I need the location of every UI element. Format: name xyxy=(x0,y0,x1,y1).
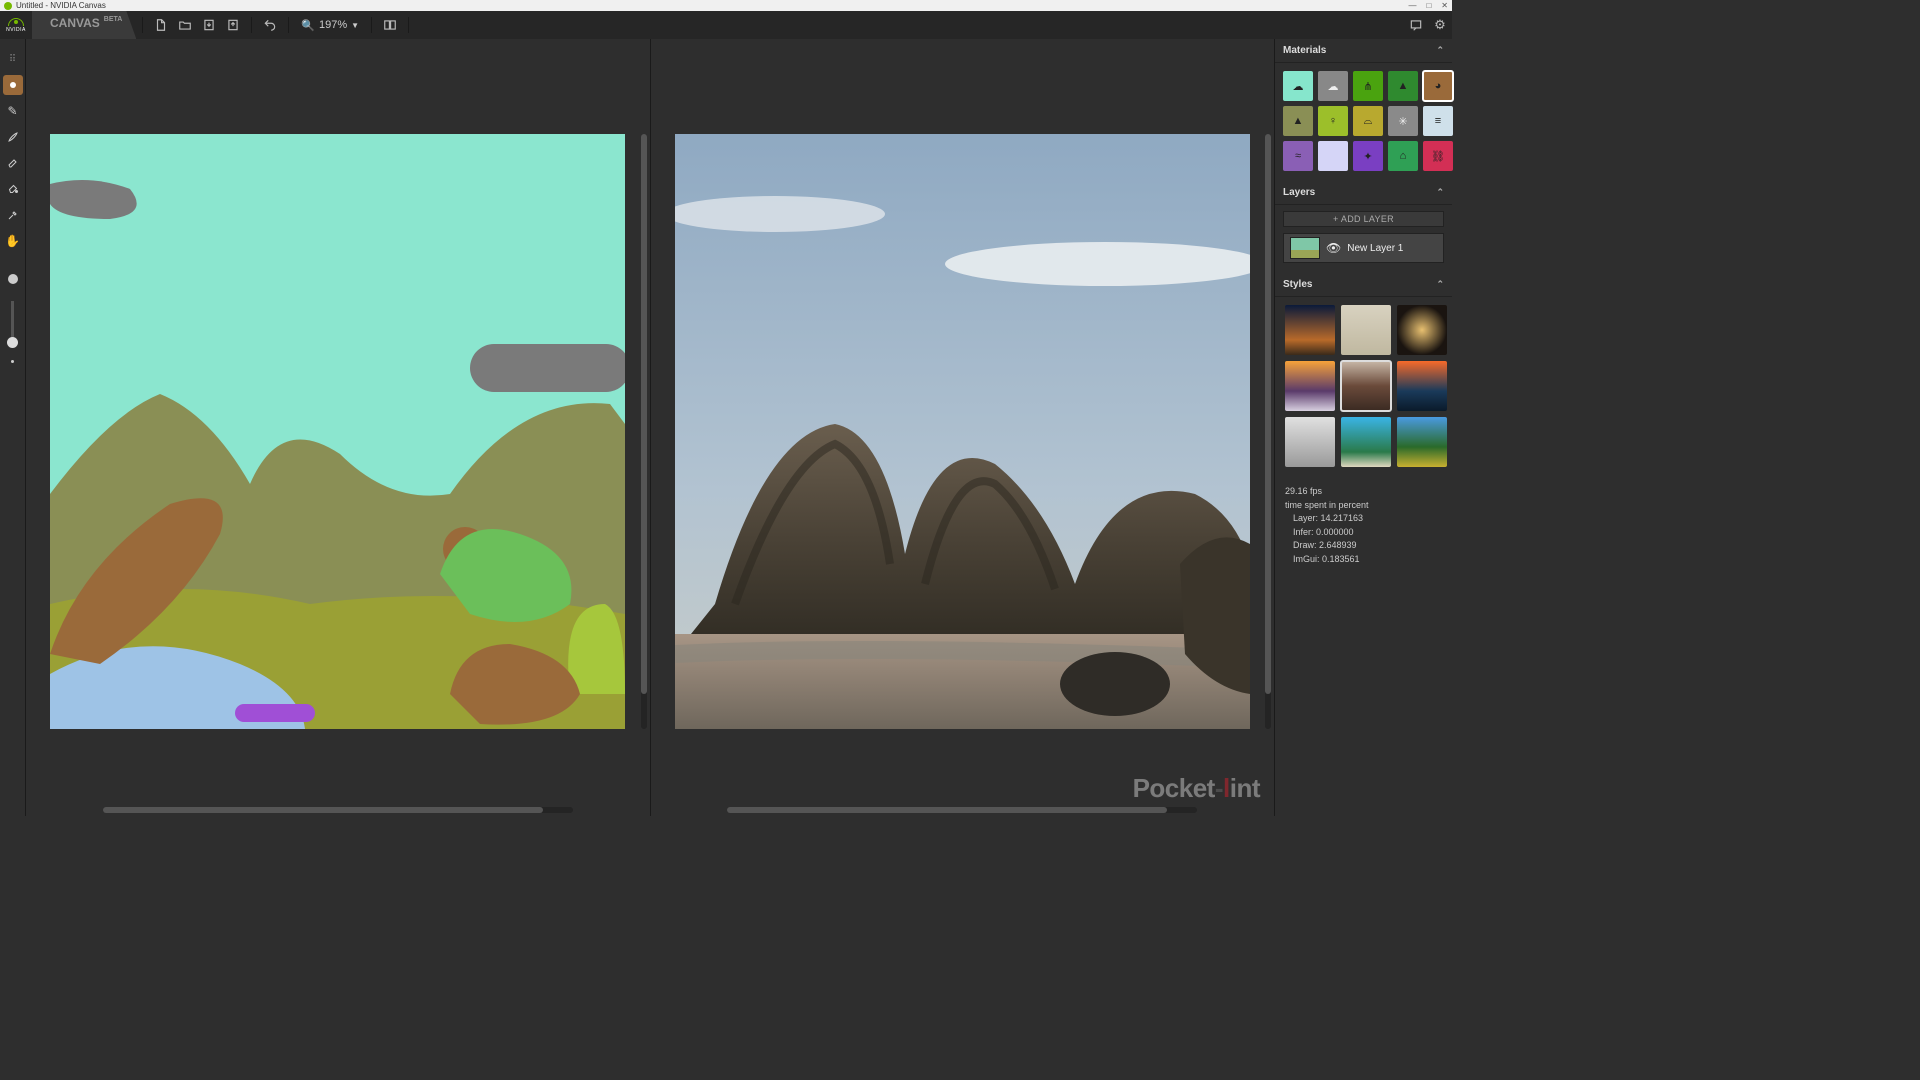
material-cloud[interactable]: ☁ xyxy=(1318,71,1348,101)
material-mountain[interactable]: ▲ xyxy=(1283,106,1313,136)
eye-icon[interactable]: 👁 xyxy=(1326,241,1341,255)
style-thumb-5[interactable] xyxy=(1397,361,1447,411)
brush-size-max-dot xyxy=(3,269,23,289)
export-button[interactable] xyxy=(221,13,245,37)
chevron-up-icon: ⌃ xyxy=(1436,45,1444,56)
material-brush-tool[interactable] xyxy=(3,75,23,95)
material-snow[interactable] xyxy=(1318,141,1348,171)
zoom-control[interactable]: 🔍 197% ▼ xyxy=(295,19,365,32)
style-thumb-2[interactable] xyxy=(1397,305,1447,355)
stats-layer: Layer: 14.217163 xyxy=(1285,512,1442,526)
eyedropper-tool[interactable] xyxy=(3,205,23,225)
style-thumb-8[interactable] xyxy=(1397,417,1447,467)
styles-grid xyxy=(1275,297,1452,475)
render-pane xyxy=(650,39,1275,816)
brush-size-slider[interactable] xyxy=(11,301,14,345)
new-file-button[interactable] xyxy=(149,13,173,37)
styles-title: Styles xyxy=(1283,279,1312,290)
material-dirt[interactable]: ◕ xyxy=(1423,71,1453,101)
tool-sidebar: ⠿ ✎ ✋ xyxy=(0,39,26,816)
window-title: Untitled - NVIDIA Canvas xyxy=(16,1,106,10)
fill-tool[interactable] xyxy=(3,179,23,199)
style-thumb-6[interactable] xyxy=(1285,417,1335,467)
window-minimize-icon[interactable]: — xyxy=(1408,1,1416,10)
segmentation-vscroll[interactable] xyxy=(641,134,647,729)
layer-name: New Layer 1 xyxy=(1347,243,1403,254)
material-sea[interactable]: ≈ xyxy=(1283,141,1313,171)
import-button[interactable] xyxy=(197,13,221,37)
split-view-button[interactable] xyxy=(378,13,402,37)
render-vscroll[interactable] xyxy=(1265,134,1271,729)
material-tree[interactable]: ♀ xyxy=(1318,106,1348,136)
render-canvas[interactable] xyxy=(675,134,1250,729)
material-sky[interactable]: ☁ xyxy=(1283,71,1313,101)
window-titlebar: Untitled - NVIDIA Canvas — □ ✕ xyxy=(0,0,1452,11)
render-hscroll[interactable] xyxy=(727,807,1197,813)
app-tag: BETA xyxy=(104,16,123,23)
segmentation-pane xyxy=(26,39,650,816)
style-thumb-1[interactable] xyxy=(1341,305,1391,355)
open-file-button[interactable] xyxy=(173,13,197,37)
material-building[interactable]: ⛓ xyxy=(1423,141,1453,171)
styles-header[interactable]: Styles ⌃ xyxy=(1275,273,1452,297)
watermark: Pocket-lint xyxy=(1133,773,1260,804)
undo-button[interactable] xyxy=(258,13,282,37)
app-header: NVIDIA CANVAS BETA 🔍 197% ▼ ⚙ xyxy=(0,11,1452,39)
material-fog[interactable]: ≡ xyxy=(1423,106,1453,136)
brush-size-min-dot xyxy=(3,351,23,371)
layers-header[interactable]: Layers ⌃ xyxy=(1275,181,1452,205)
feedback-button[interactable] xyxy=(1404,13,1428,37)
grip-icon[interactable]: ⠿ xyxy=(3,49,23,69)
stats-infer: Infer: 0.000000 xyxy=(1285,526,1442,540)
brush-tool[interactable] xyxy=(3,127,23,147)
segmentation-hscroll[interactable] xyxy=(103,807,573,813)
stats-block: 29.16 fps time spent in percent Layer: 1… xyxy=(1275,475,1452,566)
app-name: CANVAS xyxy=(50,16,100,30)
layer-row[interactable]: 👁 New Layer 1 xyxy=(1283,233,1444,263)
style-thumb-0[interactable] xyxy=(1285,305,1335,355)
eraser-tool[interactable] xyxy=(3,153,23,173)
material-bush[interactable]: ⌂ xyxy=(1388,141,1418,171)
canvas-stage: Pocket-lint xyxy=(26,39,1274,816)
style-thumb-4[interactable] xyxy=(1341,361,1391,411)
window-maximize-icon[interactable]: □ xyxy=(1426,1,1431,10)
nvidia-logo: NVIDIA xyxy=(6,15,26,35)
style-thumb-7[interactable] xyxy=(1341,417,1391,467)
segmentation-canvas[interactable] xyxy=(50,134,625,729)
settings-button[interactable]: ⚙ xyxy=(1428,13,1452,37)
stats-draw: Draw: 2.648939 xyxy=(1285,539,1442,553)
app-icon xyxy=(4,2,12,10)
material-rock[interactable]: ✳ xyxy=(1388,106,1418,136)
app-brand-tab: CANVAS BETA xyxy=(32,11,136,39)
chevron-up-icon: ⌃ xyxy=(1436,279,1444,290)
material-grass[interactable]: ⋔ xyxy=(1353,71,1383,101)
material-sand[interactable]: ⌓ xyxy=(1353,106,1383,136)
layer-thumbnail xyxy=(1290,237,1320,259)
chevron-up-icon: ⌃ xyxy=(1436,187,1444,198)
layers-title: Layers xyxy=(1283,187,1315,198)
material-hill[interactable]: ▲ xyxy=(1388,71,1418,101)
materials-header[interactable]: Materials ⌃ xyxy=(1275,39,1452,63)
chevron-down-icon: ▼ xyxy=(351,21,359,30)
zoom-value: 197% xyxy=(319,19,347,31)
stats-imgui: ImGui: 0.183561 xyxy=(1285,553,1442,567)
search-icon: 🔍 xyxy=(301,19,315,32)
materials-title: Materials xyxy=(1283,45,1326,56)
stats-fps: 29.16 fps xyxy=(1285,485,1442,499)
stats-heading: time spent in percent xyxy=(1285,499,1442,513)
gear-icon: ⚙ xyxy=(1434,17,1446,33)
materials-grid: ☁☁⋔▲◕▲♀⌓✳≡≈ ✦⌂⛓ xyxy=(1275,63,1452,181)
pan-tool[interactable]: ✋ xyxy=(3,231,23,251)
window-close-icon[interactable]: ✕ xyxy=(1441,1,1448,10)
right-panel: Materials ⌃ ☁☁⋔▲◕▲♀⌓✳≡≈ ✦⌂⛓ Layers ⌃ + A… xyxy=(1274,39,1452,816)
material-flower[interactable]: ✦ xyxy=(1353,141,1383,171)
style-thumb-3[interactable] xyxy=(1285,361,1335,411)
pencil-tool[interactable]: ✎ xyxy=(3,101,23,121)
add-layer-button[interactable]: + ADD LAYER xyxy=(1283,211,1444,227)
